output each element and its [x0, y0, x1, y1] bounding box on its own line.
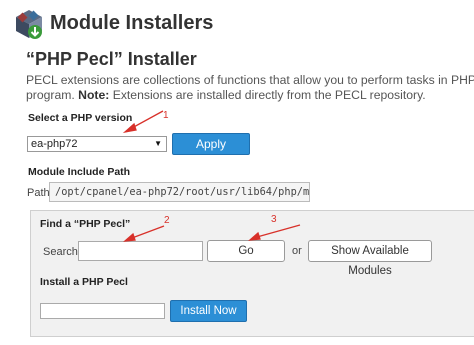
description-line-2-rest: Extensions are installed directly from t…	[109, 88, 426, 102]
annotation-arrow-1	[131, 110, 164, 129]
page-title: “PHP Pecl” Installer	[26, 49, 197, 69]
description-line-1: PECL extensions are collections of funct…	[26, 73, 474, 87]
version-label: Select a PHP version	[28, 112, 133, 124]
note-label: Note:	[78, 88, 110, 102]
path-label: Path	[27, 187, 50, 199]
annotation-arrowhead-1	[122, 122, 137, 134]
install-label: Install a PHP Pecl	[40, 276, 128, 288]
install-input[interactable]	[40, 303, 165, 319]
find-label: Find a “PHP Pecl”	[40, 218, 131, 230]
search-input[interactable]	[78, 241, 203, 261]
go-button[interactable]: Go	[207, 240, 285, 262]
apply-button[interactable]: Apply	[172, 133, 250, 155]
annotation-number-2: 2	[164, 215, 170, 226]
description-line-2-prefix: program.	[26, 88, 79, 102]
search-label: Search	[43, 246, 78, 258]
or-label: or	[292, 245, 302, 257]
annotation-number-3: 3	[271, 214, 277, 225]
chevron-down-icon: ▼	[154, 139, 162, 148]
annotation-number-1: 1	[163, 110, 169, 121]
php-version-select[interactable]: ea-php72 ▼	[27, 136, 167, 152]
module-installers-icon	[13, 8, 45, 40]
install-now-button[interactable]: Install Now	[170, 300, 247, 322]
app-title: Module Installers	[50, 12, 214, 34]
show-available-modules-button[interactable]: Show Available Modules	[308, 240, 432, 277]
include-path-label: Module Include Path	[28, 166, 131, 178]
description: PECL extensions are collections of funct…	[26, 73, 474, 103]
php-version-selected: ea-php72	[31, 138, 78, 150]
path-value: /opt/cpanel/ea-php72/root/usr/lib64/php/…	[49, 182, 310, 202]
description-line-2: program. Note: Extensions are installed …	[26, 88, 474, 103]
